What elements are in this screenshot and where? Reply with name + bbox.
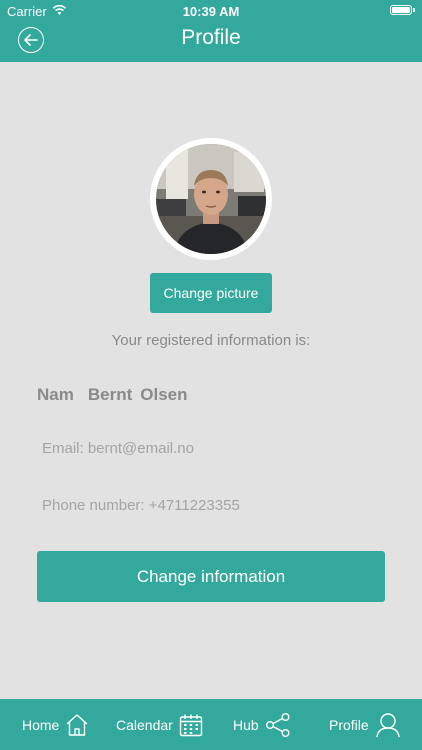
email-text: Email: bernt@email.no	[42, 440, 194, 457]
calendar-icon	[179, 713, 203, 737]
phone-text: Phone number: +4711223355	[42, 497, 240, 514]
share-icon	[265, 712, 291, 738]
tab-home[interactable]: Home	[22, 699, 89, 750]
info-heading: Your registered information is:	[111, 332, 311, 349]
tab-calendar[interactable]: Calendar	[116, 699, 203, 750]
user-icon	[375, 712, 401, 738]
avatar-frame	[150, 138, 272, 260]
tab-hub[interactable]: Hub	[233, 699, 291, 750]
tab-label: Home	[22, 716, 60, 733]
tab-label: Calendar	[116, 716, 173, 733]
navigation-bar: Profile	[0, 22, 422, 62]
tab-label: Profile	[329, 716, 369, 733]
tab-label: Hub	[233, 716, 259, 733]
clock: 10:39 AM	[182, 4, 240, 19]
home-icon	[65, 713, 89, 737]
first-name: Bernt	[87, 385, 133, 404]
last-name: Olsen	[140, 385, 188, 404]
tab-profile[interactable]: Profile	[329, 699, 401, 750]
change-information-button[interactable]: Change information	[37, 551, 385, 602]
battery-icon	[390, 5, 415, 15]
page-title: Profile	[181, 26, 241, 49]
change-picture-button[interactable]: Change picture	[150, 273, 272, 313]
status-bar: Carrier 10:39 AM	[0, 0, 422, 22]
name-row: Nam Bernt Olsen	[37, 385, 202, 405]
name-label: Nam	[37, 385, 74, 404]
tab-bar: Home Calendar Hub Profile	[0, 699, 422, 750]
avatar	[156, 144, 266, 254]
